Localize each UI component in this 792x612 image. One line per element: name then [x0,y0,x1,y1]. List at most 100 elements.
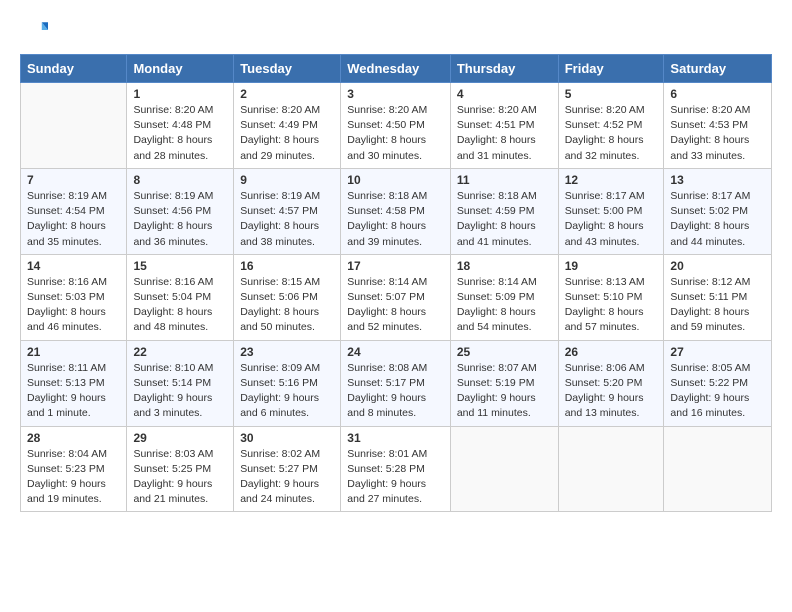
cell-text: Sunrise: 8:13 AMSunset: 5:10 PMDaylight:… [565,276,645,334]
calendar-cell: 30 Sunrise: 8:02 AMSunset: 5:27 PMDayligh… [234,426,341,512]
weekday-header-thursday: Thursday [450,55,558,83]
day-number: 14 [27,259,120,273]
calendar-cell: 12 Sunrise: 8:17 AMSunset: 5:00 PMDayligh… [558,168,664,254]
calendar-cell: 5 Sunrise: 8:20 AMSunset: 4:52 PMDaylight… [558,83,664,169]
cell-text: Sunrise: 8:20 AMSunset: 4:48 PMDaylight:… [133,104,213,162]
day-number: 10 [347,173,444,187]
calendar-cell: 20 Sunrise: 8:12 AMSunset: 5:11 PMDayligh… [664,254,772,340]
day-number: 20 [670,259,765,273]
day-number: 22 [133,345,227,359]
calendar-cell: 19 Sunrise: 8:13 AMSunset: 5:10 PMDayligh… [558,254,664,340]
day-number: 27 [670,345,765,359]
day-number: 30 [240,431,334,445]
calendar-cell: 27 Sunrise: 8:05 AMSunset: 5:22 PMDayligh… [664,340,772,426]
day-number: 23 [240,345,334,359]
calendar-cell: 6 Sunrise: 8:20 AMSunset: 4:53 PMDaylight… [664,83,772,169]
calendar-cell: 8 Sunrise: 8:19 AMSunset: 4:56 PMDaylight… [127,168,234,254]
cell-text: Sunrise: 8:20 AMSunset: 4:52 PMDaylight:… [565,104,645,162]
calendar-cell: 2 Sunrise: 8:20 AMSunset: 4:49 PMDaylight… [234,83,341,169]
cell-text: Sunrise: 8:20 AMSunset: 4:49 PMDaylight:… [240,104,320,162]
calendar-table: SundayMondayTuesdayWednesdayThursdayFrid… [20,54,772,512]
calendar-week-0: 1 Sunrise: 8:20 AMSunset: 4:48 PMDaylight… [21,83,772,169]
calendar-week-2: 14 Sunrise: 8:16 AMSunset: 5:03 PMDayligh… [21,254,772,340]
day-number: 12 [565,173,658,187]
calendar-cell: 23 Sunrise: 8:09 AMSunset: 5:16 PMDayligh… [234,340,341,426]
weekday-header-sunday: Sunday [21,55,127,83]
calendar-cell: 31Sunrise: 8:01 AMSunset: 5:28 PMDayligh… [341,426,451,512]
calendar-week-1: 7 Sunrise: 8:19 AMSunset: 4:54 PMDaylight… [21,168,772,254]
calendar-cell: 29 Sunrise: 8:03 AMSunset: 5:25 PMDayligh… [127,426,234,512]
calendar-cell: 3Sunrise: 8:20 AMSunset: 4:50 PMDaylight… [341,83,451,169]
cell-text: Sunrise: 8:07 AMSunset: 5:19 PMDaylight:… [457,362,537,420]
weekday-header-monday: Monday [127,55,234,83]
cell-text: Sunrise: 8:03 AMSunset: 5:25 PMDaylight:… [133,448,213,506]
calendar-week-4: 28Sunrise: 8:04 AMSunset: 5:23 PMDayligh… [21,426,772,512]
cell-text: Sunrise: 8:17 AMSunset: 5:00 PMDaylight:… [565,190,645,248]
day-number: 11 [457,173,552,187]
calendar-cell: 7 Sunrise: 8:19 AMSunset: 4:54 PMDaylight… [21,168,127,254]
day-number: 2 [240,87,334,101]
calendar-cell: 14 Sunrise: 8:16 AMSunset: 5:03 PMDayligh… [21,254,127,340]
logo-icon [20,16,48,44]
day-number: 25 [457,345,552,359]
day-number: 13 [670,173,765,187]
cell-text: Sunrise: 8:16 AMSunset: 5:03 PMDaylight:… [27,276,107,334]
cell-text: Sunrise: 8:20 AMSunset: 4:51 PMDaylight:… [457,104,537,162]
day-number: 19 [565,259,658,273]
day-number: 9 [240,173,334,187]
cell-text: Sunrise: 8:18 AMSunset: 4:58 PMDaylight:… [347,190,427,248]
weekday-header-tuesday: Tuesday [234,55,341,83]
day-number: 1 [133,87,227,101]
day-number: 29 [133,431,227,445]
weekday-header-row: SundayMondayTuesdayWednesdayThursdayFrid… [21,55,772,83]
day-number: 16 [240,259,334,273]
header [20,16,772,44]
weekday-header-wednesday: Wednesday [341,55,451,83]
calendar-cell: 21Sunrise: 8:11 AMSunset: 5:13 PMDayligh… [21,340,127,426]
calendar-cell: 16 Sunrise: 8:15 AMSunset: 5:06 PMDayligh… [234,254,341,340]
cell-text: Sunrise: 8:15 AMSunset: 5:06 PMDaylight:… [240,276,320,334]
calendar-cell: 24Sunrise: 8:08 AMSunset: 5:17 PMDayligh… [341,340,451,426]
day-number: 4 [457,87,552,101]
calendar-cell: 9 Sunrise: 8:19 AMSunset: 4:57 PMDaylight… [234,168,341,254]
cell-text: Sunrise: 8:06 AMSunset: 5:20 PMDaylight:… [565,362,645,420]
calendar-cell: 13 Sunrise: 8:17 AMSunset: 5:02 PMDayligh… [664,168,772,254]
calendar-cell: 10 Sunrise: 8:18 AMSunset: 4:58 PMDayligh… [341,168,451,254]
day-number: 17 [347,259,444,273]
calendar-cell [21,83,127,169]
cell-text: Sunrise: 8:02 AMSunset: 5:27 PMDaylight:… [240,448,320,506]
day-number: 5 [565,87,658,101]
calendar-cell: 11 Sunrise: 8:18 AMSunset: 4:59 PMDayligh… [450,168,558,254]
calendar-cell: 15Sunrise: 8:16 AMSunset: 5:04 PMDayligh… [127,254,234,340]
day-number: 3 [347,87,444,101]
cell-text: Sunrise: 8:20 AMSunset: 4:53 PMDaylight:… [670,104,750,162]
cell-text: Sunrise: 8:04 AMSunset: 5:23 PMDaylight:… [27,448,107,506]
cell-text: Sunrise: 8:17 AMSunset: 5:02 PMDaylight:… [670,190,750,248]
cell-text: Sunrise: 8:18 AMSunset: 4:59 PMDaylight:… [457,190,537,248]
day-number: 26 [565,345,658,359]
calendar-cell [450,426,558,512]
day-number: 8 [133,173,227,187]
calendar-week-3: 21Sunrise: 8:11 AMSunset: 5:13 PMDayligh… [21,340,772,426]
cell-text: Sunrise: 8:09 AMSunset: 5:16 PMDaylight:… [240,362,320,420]
calendar-cell: 25 Sunrise: 8:07 AMSunset: 5:19 PMDayligh… [450,340,558,426]
cell-text: Sunrise: 8:16 AMSunset: 5:04 PMDaylight:… [133,276,213,334]
calendar-cell: 22 Sunrise: 8:10 AMSunset: 5:14 PMDayligh… [127,340,234,426]
page: SundayMondayTuesdayWednesdayThursdayFrid… [0,0,792,612]
cell-text: Sunrise: 8:05 AMSunset: 5:22 PMDaylight:… [670,362,750,420]
cell-text: Sunrise: 8:01 AMSunset: 5:28 PMDaylight:… [347,448,427,506]
calendar-cell [558,426,664,512]
calendar-cell [664,426,772,512]
cell-text: Sunrise: 8:19 AMSunset: 4:54 PMDaylight:… [27,190,107,248]
cell-text: Sunrise: 8:19 AMSunset: 4:56 PMDaylight:… [133,190,213,248]
cell-text: Sunrise: 8:08 AMSunset: 5:17 PMDaylight:… [347,362,427,420]
cell-text: Sunrise: 8:14 AMSunset: 5:07 PMDaylight:… [347,276,427,334]
calendar-cell: 28Sunrise: 8:04 AMSunset: 5:23 PMDayligh… [21,426,127,512]
weekday-header-friday: Friday [558,55,664,83]
day-number: 7 [27,173,120,187]
cell-text: Sunrise: 8:10 AMSunset: 5:14 PMDaylight:… [133,362,213,420]
day-number: 18 [457,259,552,273]
day-number: 6 [670,87,765,101]
cell-text: Sunrise: 8:19 AMSunset: 4:57 PMDaylight:… [240,190,320,248]
cell-text: Sunrise: 8:12 AMSunset: 5:11 PMDaylight:… [670,276,750,334]
